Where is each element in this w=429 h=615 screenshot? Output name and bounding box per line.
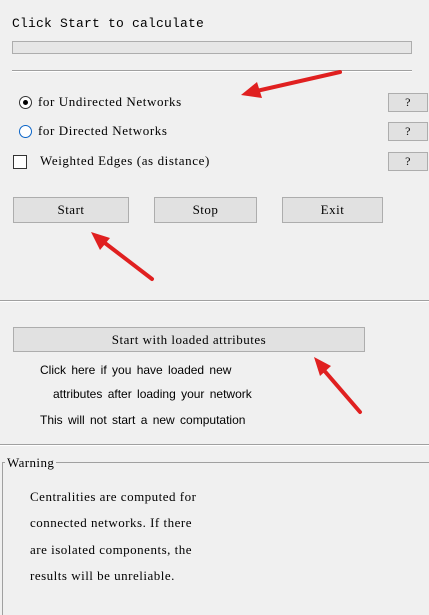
checkbox-weighted-edges[interactable] xyxy=(13,155,27,169)
arrow-loaded-head xyxy=(314,357,331,376)
warning-line-1: Centralities are computed for xyxy=(30,489,197,504)
stop-button[interactable]: Stop xyxy=(154,197,257,223)
checkbox-weighted-label[interactable]: Weighted Edges (as distance) xyxy=(40,153,210,169)
radio-directed-label[interactable]: for Directed Networks xyxy=(38,123,168,139)
status-label: Click Start to calculate xyxy=(12,16,205,31)
info-line-3: This will not start a new computation xyxy=(40,413,246,427)
warning-line-2: connected networks. If there xyxy=(30,515,192,530)
radio-undirected[interactable] xyxy=(19,96,32,109)
help-button-undirected[interactable]: ? xyxy=(388,93,428,112)
info-line-2: attributes after loading your network xyxy=(53,387,252,401)
radio-undirected-label[interactable]: for Undirected Networks xyxy=(38,94,182,110)
arrow-undirected xyxy=(250,70,342,94)
separator-middle xyxy=(0,300,429,302)
info-line-1: Click here if you have loaded new xyxy=(40,363,232,377)
start-loaded-attributes-button[interactable]: Start with loaded attributes xyxy=(13,327,365,352)
radio-directed[interactable] xyxy=(19,125,32,138)
arrow-start xyxy=(99,238,154,281)
warning-line-3: are isolated components, the xyxy=(30,542,193,557)
help-button-weighted[interactable]: ? xyxy=(388,152,428,171)
arrow-start-head xyxy=(91,232,110,250)
separator-bottom xyxy=(0,444,429,446)
warning-line-4: results will be unreliable. xyxy=(30,568,175,583)
warning-title: Warning xyxy=(5,455,57,471)
start-button[interactable]: Start xyxy=(13,197,129,223)
separator-top xyxy=(12,70,412,72)
progress-bar xyxy=(12,41,412,54)
exit-button[interactable]: Exit xyxy=(282,197,383,223)
warning-group xyxy=(2,462,429,615)
arrow-loaded xyxy=(320,366,362,414)
help-button-directed[interactable]: ? xyxy=(388,122,428,141)
arrow-undirected-head xyxy=(241,82,262,98)
